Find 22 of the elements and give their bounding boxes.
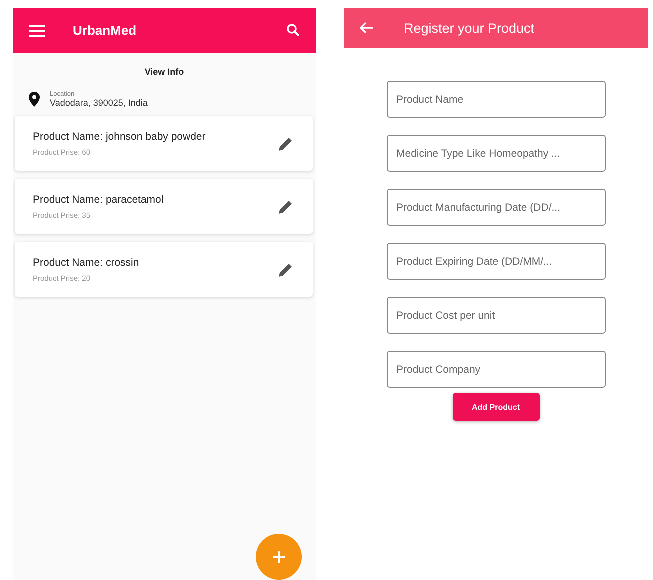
product-name: Product Name: johnson baby powder [33,130,207,142]
input-field[interactable]: Product Company [386,351,606,388]
menu-icon[interactable] [29,24,45,36]
input-field[interactable]: Medicine Type Like Homeopathy ... [386,135,606,172]
location-pin-icon [29,92,40,107]
add-button[interactable] [256,534,302,580]
pencil-icon[interactable] [279,200,293,214]
pencil-icon[interactable] [279,136,293,150]
input-field[interactable]: Product Name [386,81,606,118]
pencil-icon[interactable] [279,262,293,276]
input-field[interactable]: Product Manufacturing Date (DD/... [386,189,606,226]
product-name: Product Name: paracetamol [33,194,165,206]
location-value: Vadodara, 390025, India [50,98,148,108]
input-field[interactable]: Product Cost per unit [386,297,606,334]
app-title: Register your Product [404,20,535,36]
add-product-button[interactable]: Add Product [452,393,540,421]
input-field[interactable]: Product Expiring Date (DD/MM/... [386,243,606,280]
back-arrow-icon[interactable] [360,22,373,34]
app-title: UrbanMed [73,23,137,38]
product-name: Product Name: crossin [33,256,140,268]
search-icon[interactable] [287,24,300,37]
section-heading: View Info [144,67,186,77]
